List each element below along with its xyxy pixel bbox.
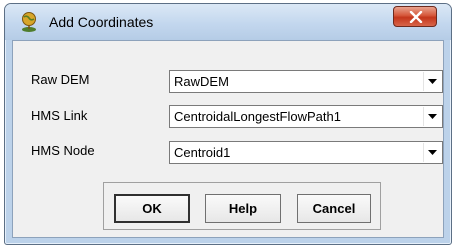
close-button[interactable]	[393, 6, 437, 27]
hms-link-value: CentroidalLongestFlowPath1	[174, 109, 341, 124]
globe-pin-icon	[19, 11, 39, 33]
title-bar[interactable]: Add Coordinates	[5, 4, 451, 40]
raw-dem-value: RawDEM	[174, 74, 229, 89]
hms-link-dropdown[interactable]: CentroidalLongestFlowPath1	[169, 105, 443, 128]
hms-node-dropdown[interactable]: Centroid1	[169, 141, 443, 164]
hms-node-label: HMS Node	[31, 143, 95, 158]
hms-node-value: Centroid1	[174, 145, 231, 160]
button-group: OK Help Cancel	[103, 182, 381, 230]
ok-button[interactable]: OK	[114, 194, 190, 223]
window-title: Add Coordinates	[49, 14, 154, 30]
cancel-button[interactable]: Cancel	[297, 194, 371, 223]
help-button[interactable]: Help	[205, 194, 281, 223]
hms-link-label: HMS Link	[31, 108, 88, 123]
close-icon	[409, 11, 423, 23]
chevron-down-icon[interactable]	[423, 107, 441, 126]
raw-dem-label: Raw DEM	[31, 72, 90, 87]
chevron-down-icon[interactable]	[423, 143, 441, 162]
raw-dem-dropdown[interactable]: RawDEM	[169, 70, 443, 93]
add-coordinates-dialog: Add Coordinates Raw DEM RawDEM HMS Link …	[4, 3, 452, 245]
dialog-body: Raw DEM RawDEM HMS Link CentroidalLonges…	[12, 40, 444, 238]
chevron-down-icon[interactable]	[423, 72, 441, 91]
